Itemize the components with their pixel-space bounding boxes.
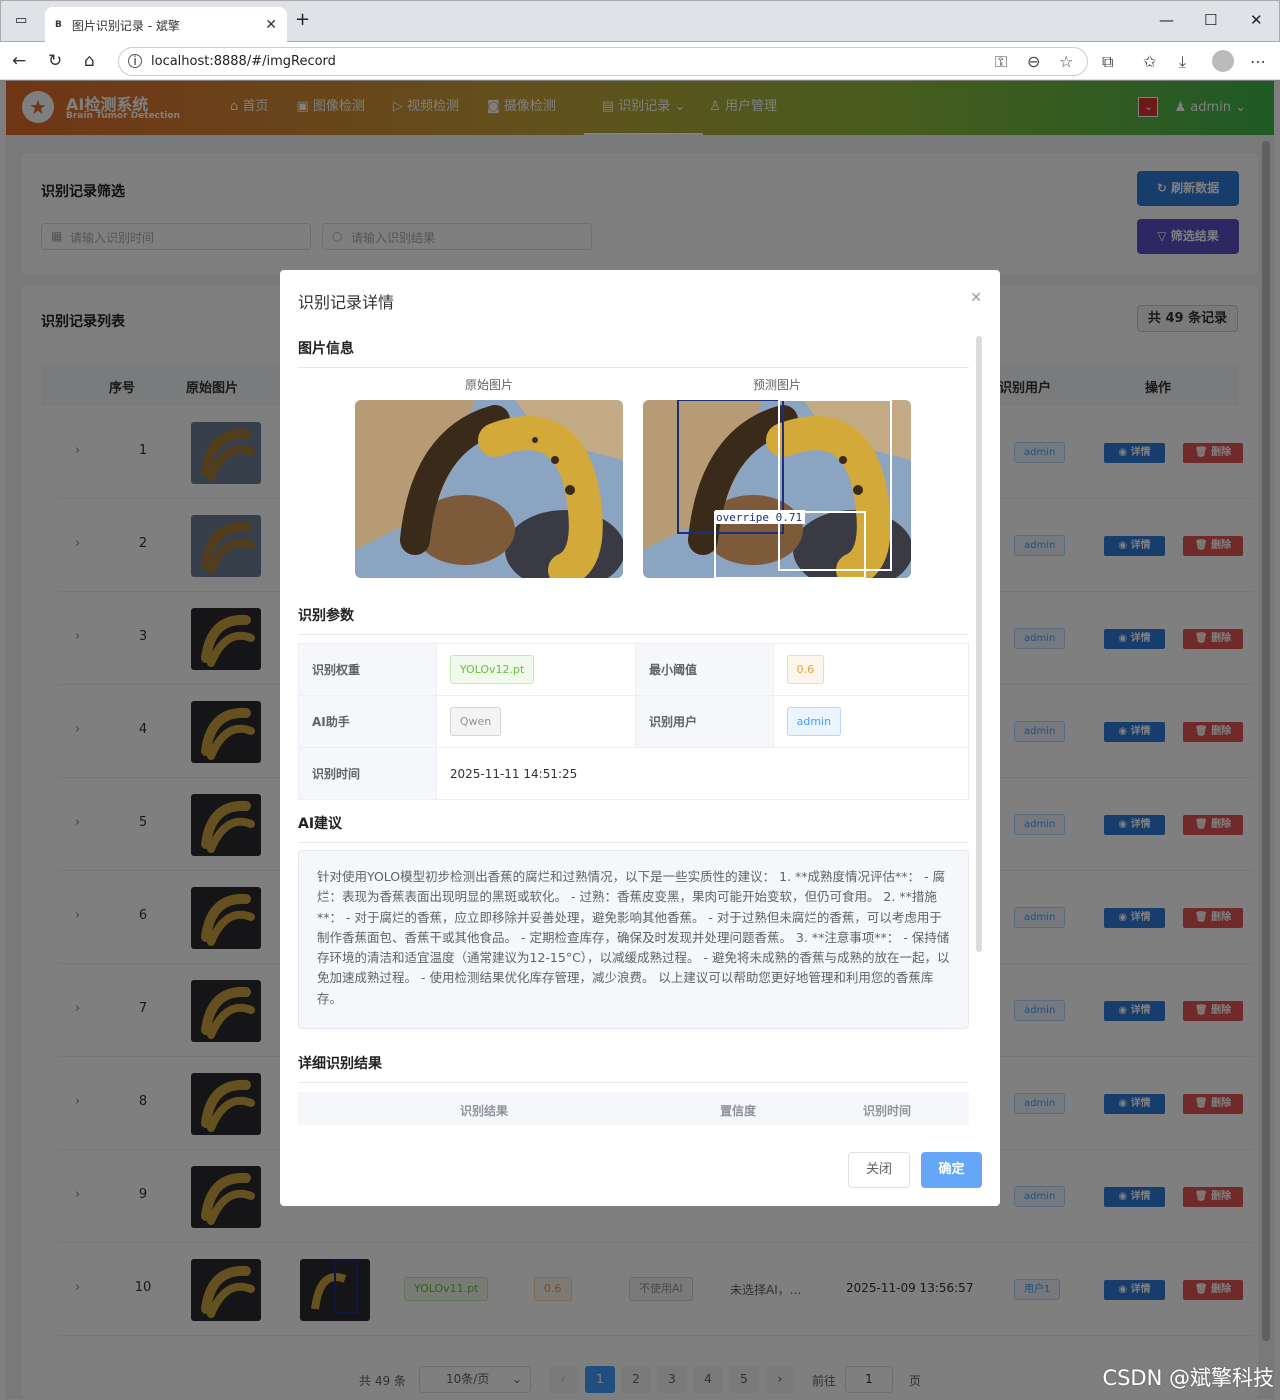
new-tab-icon[interactable]: + [295,9,310,30]
window-close-icon[interactable]: ✕ [1250,11,1263,29]
ai-advice-text: 针对使用YOLO模型初步检测出香蕉的腐烂和过熟情况，以下是一些实质性的建议： 1… [298,850,969,1029]
col-confidence: 置信度 [720,1104,757,1118]
browser-tabbar: ▭ B 图片识别记录 - 斌擎 ✕ + — ☐ ✕ [0,0,1280,43]
banana-photo [355,400,623,578]
browser-tab[interactable]: B 图片识别记录 - 斌擎 ✕ [45,7,287,43]
weight-label: 识别权重 [298,643,437,696]
url-field[interactable]: i localhost:8888/#/imgRecord [118,47,1088,76]
threshold-tag: 0.6 [786,655,825,684]
record-detail-dialog: 识别记录详情 ✕ 图片信息 原始图片 预测图片 overripe 0.71 识别… [280,270,1000,1206]
dialog-body: 图片信息 原始图片 预测图片 overripe 0.71 识别参数 识别权重 Y… [298,328,969,1125]
predicted-caption: 预测图片 [752,378,801,392]
zoom-icon[interactable]: ⊖ [1027,52,1040,71]
reload-icon[interactable]: ↻ [48,51,62,71]
original-caption: 原始图片 [464,378,513,392]
time-label: 识别时间 [298,747,437,800]
detail-results-header: 识别结果 置信度 识别时间 [298,1092,969,1125]
favorites-list-icon[interactable]: ✩ [1143,52,1156,71]
confirm-button[interactable]: 确定 [921,1152,982,1188]
col-result: 识别结果 [460,1104,509,1118]
section-params: 识别参数 [298,605,969,635]
time-value: 2025-11-11 14:51:25 [435,747,969,800]
tab-close-icon[interactable]: ✕ [265,17,277,33]
favicon-icon: B [55,20,62,30]
user-label: 识别用户 [635,695,774,748]
tab-title: 图片识别记录 - 斌擎 [71,18,180,33]
watermark: CSDN @斌擎科技 [1102,1366,1274,1390]
params-table: 识别权重 YOLOv12.pt 最小阈值 0.6 AI助手 Qwen 识别用户 … [298,643,969,800]
col-time: 识别时间 [863,1104,912,1118]
close-button[interactable]: 关闭 [848,1152,910,1188]
section-ai-advice: AI建议 [298,813,969,843]
ai-tag: Qwen [449,707,502,736]
predicted-image[interactable]: overripe 0.71 [643,400,911,578]
banana-prediction: overripe 0.71 [643,400,911,578]
detection-label: overripe 0.71 [716,511,802,524]
download-icon[interactable]: ⤓ [1179,52,1186,72]
dialog-title: 识别记录详情 [298,293,395,312]
profile-avatar-icon[interactable] [1212,50,1234,72]
favorite-star-icon[interactable]: ☆ [1059,52,1073,71]
extensions-icon[interactable]: ⧉ [1102,52,1113,72]
address-bar-row: ← ↻ ⌂ i localhost:8888/#/imgRecord ⚿ ⊖ ☆… [0,42,1280,80]
dialog-scrollbar[interactable] [976,336,982,952]
tab-actions-icon[interactable]: ▭ [15,13,27,28]
site-info-icon[interactable]: i [128,54,142,68]
threshold-label: 最小阈值 [635,643,774,696]
user-tag: admin [786,707,842,736]
key-icon[interactable]: ⚿ [995,52,1007,72]
back-icon[interactable]: ← [12,51,26,71]
maximize-icon[interactable]: ☐ [1204,11,1217,29]
home-icon[interactable]: ⌂ [84,51,95,71]
minimize-icon[interactable]: — [1159,11,1174,29]
more-menu-icon[interactable]: ⋯ [1250,52,1266,71]
ai-label: AI助手 [298,695,437,748]
original-image[interactable] [355,400,623,578]
section-image-info: 图片信息 [298,338,969,368]
close-icon[interactable]: ✕ [970,290,982,306]
weight-tag: YOLOv12.pt [449,655,535,684]
section-detail-results: 详细识别结果 [298,1053,969,1083]
